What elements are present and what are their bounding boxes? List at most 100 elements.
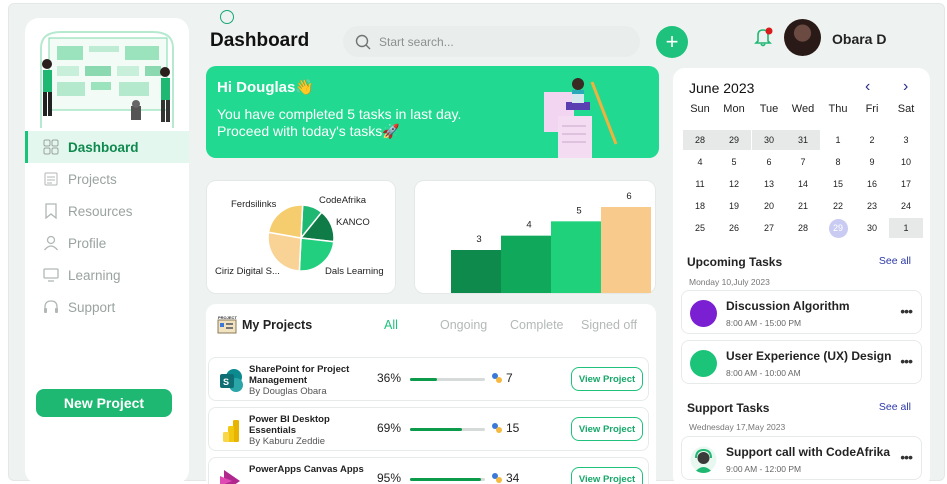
- sidebar-item-projects[interactable]: Projects: [25, 163, 189, 195]
- calendar-day[interactable]: 9: [855, 152, 889, 172]
- calendar-day[interactable]: 23: [855, 196, 889, 216]
- calendar-day-label: 17: [900, 179, 911, 189]
- view-project-button[interactable]: View Project: [571, 367, 643, 391]
- calendar-day[interactable]: 12: [717, 174, 751, 194]
- sidebar-item-learning[interactable]: Learning: [25, 259, 189, 291]
- bell-icon[interactable]: [754, 26, 774, 48]
- calendar-day[interactable]: 11: [683, 174, 717, 194]
- calendar-day-label: 24: [900, 201, 911, 211]
- calendar-day[interactable]: 2: [855, 130, 889, 150]
- bar-value-label: 3: [476, 234, 481, 245]
- calendar-day[interactable]: 7: [786, 152, 820, 172]
- more-icon[interactable]: •••: [900, 303, 913, 319]
- calendar-day[interactable]: 8: [821, 152, 855, 172]
- progress-track: [410, 478, 485, 481]
- calendar-day-label: 27: [763, 223, 774, 233]
- view-project-button[interactable]: View Project: [571, 417, 643, 441]
- sidebar-item-label: Support: [68, 299, 116, 315]
- task-card[interactable]: User Experience (UX) Design 8:00 AM - 10…: [681, 340, 922, 384]
- tab-all[interactable]: All: [384, 318, 398, 332]
- tasks-icon: [492, 373, 502, 383]
- calendar-day-label: 25: [694, 223, 705, 233]
- calendar-day-label: 30: [866, 223, 877, 233]
- task-card[interactable]: Discussion Algorithm 8:00 AM - 15:00 PM …: [681, 290, 922, 334]
- upcoming-see-all-link[interactable]: See all: [879, 255, 911, 267]
- chevron-left-icon[interactable]: ‹: [865, 78, 870, 96]
- calendar-day-label: 4: [697, 157, 703, 167]
- calendar-day[interactable]: 4: [683, 152, 717, 172]
- calendar-day[interactable]: 27: [752, 218, 786, 238]
- weekday-label: Sun: [690, 103, 710, 115]
- calendar-day[interactable]: 26: [717, 218, 751, 238]
- calendar-day-label: 30: [763, 135, 774, 145]
- calendar-day-label: 9: [869, 157, 875, 167]
- calendar-day[interactable]: 31: [786, 130, 820, 150]
- calendar-day[interactable]: 15: [821, 174, 855, 194]
- task-count: 34: [491, 471, 519, 484]
- calendar-day[interactable]: 28: [786, 218, 820, 238]
- calendar-day-label: 1: [903, 223, 909, 233]
- calendar-day[interactable]: 3: [889, 130, 923, 150]
- sidebar-item-dashboard[interactable]: Dashboard: [25, 131, 189, 163]
- new-project-button[interactable]: New Project: [36, 389, 172, 417]
- calendar-day[interactable]: 13: [752, 174, 786, 194]
- tab-signed-off[interactable]: Signed off: [581, 318, 637, 332]
- calendar-day[interactable]: 28: [683, 130, 717, 150]
- calendar-day[interactable]: 10: [889, 152, 923, 172]
- project-owner: By Douglas Obara: [249, 386, 327, 397]
- bar-value-label: 5: [576, 205, 581, 216]
- calendar-day-label: 29: [728, 135, 739, 145]
- calendar-day[interactable]: 24: [889, 196, 923, 216]
- view-project-button[interactable]: View Project: [571, 467, 643, 484]
- calendar-day[interactable]: 19: [717, 196, 751, 216]
- sidebar-item-resources[interactable]: Resources: [25, 195, 189, 227]
- task-card[interactable]: Support call with CodeAfrika 9:00 AM - 1…: [681, 436, 922, 480]
- calendar-day[interactable]: 16: [855, 174, 889, 194]
- calendar-day[interactable]: 5: [717, 152, 751, 172]
- bookmark-icon: [45, 203, 57, 219]
- avatar[interactable]: [784, 19, 821, 56]
- calendar-day-today[interactable]: 29: [821, 218, 855, 238]
- project-name: SharePoint for Project Management: [249, 364, 350, 386]
- add-button[interactable]: +: [656, 26, 688, 58]
- clipboard-icon: [44, 172, 58, 186]
- calendar-day[interactable]: 17: [889, 174, 923, 194]
- chevron-right-icon[interactable]: ›: [903, 78, 908, 96]
- support-see-all-link[interactable]: See all: [879, 401, 911, 413]
- calendar-day-label: 31: [797, 135, 808, 145]
- more-icon[interactable]: •••: [900, 353, 913, 369]
- calendar-day[interactable]: 21: [786, 196, 820, 216]
- more-icon[interactable]: •••: [900, 449, 913, 465]
- calendar-day[interactable]: 14: [786, 174, 820, 194]
- calendar-day[interactable]: 1: [821, 130, 855, 150]
- weekday-label: Sat: [897, 103, 915, 115]
- calendar-day[interactable]: 22: [821, 196, 855, 216]
- task-time: 8:00 AM - 15:00 PM: [726, 318, 802, 328]
- sidebar-item-profile[interactable]: Profile: [25, 227, 189, 259]
- calendar-day[interactable]: 20: [752, 196, 786, 216]
- calendar-day[interactable]: 18: [683, 196, 717, 216]
- reading-person-illustration: [544, 78, 618, 158]
- bar: [551, 221, 601, 293]
- tab-ongoing[interactable]: Ongoing: [440, 318, 487, 332]
- calendar-day[interactable]: 30: [855, 218, 889, 238]
- calendar-day[interactable]: 29: [717, 130, 751, 150]
- user-name[interactable]: Obara D: [832, 31, 886, 47]
- calendar-day-label: 19: [728, 201, 739, 211]
- tab-complete[interactable]: Complete: [510, 318, 564, 332]
- calendar-day[interactable]: 1: [889, 218, 923, 238]
- sidebar-item-support[interactable]: Support: [25, 291, 189, 323]
- progress-track: [410, 378, 485, 381]
- calendar-day[interactable]: 6: [752, 152, 786, 172]
- calendar-day[interactable]: 25: [683, 218, 717, 238]
- calendar-day[interactable]: 30: [752, 130, 786, 150]
- calendar-month: June 2023: [689, 80, 755, 96]
- search-input[interactable]: Start search...: [343, 26, 640, 57]
- project-row: PowerApps Canvas Apps 95% 34 View Projec…: [208, 457, 649, 484]
- calendar-day-label: 18: [694, 201, 705, 211]
- calendar-day-label: 13: [763, 179, 774, 189]
- progress-fill: [410, 478, 482, 481]
- tasks-icon: [492, 423, 502, 433]
- welcome-banner: Hi Douglas👋 You have completed 5 tasks i…: [206, 66, 659, 158]
- calendar-day-label: 2: [869, 135, 875, 145]
